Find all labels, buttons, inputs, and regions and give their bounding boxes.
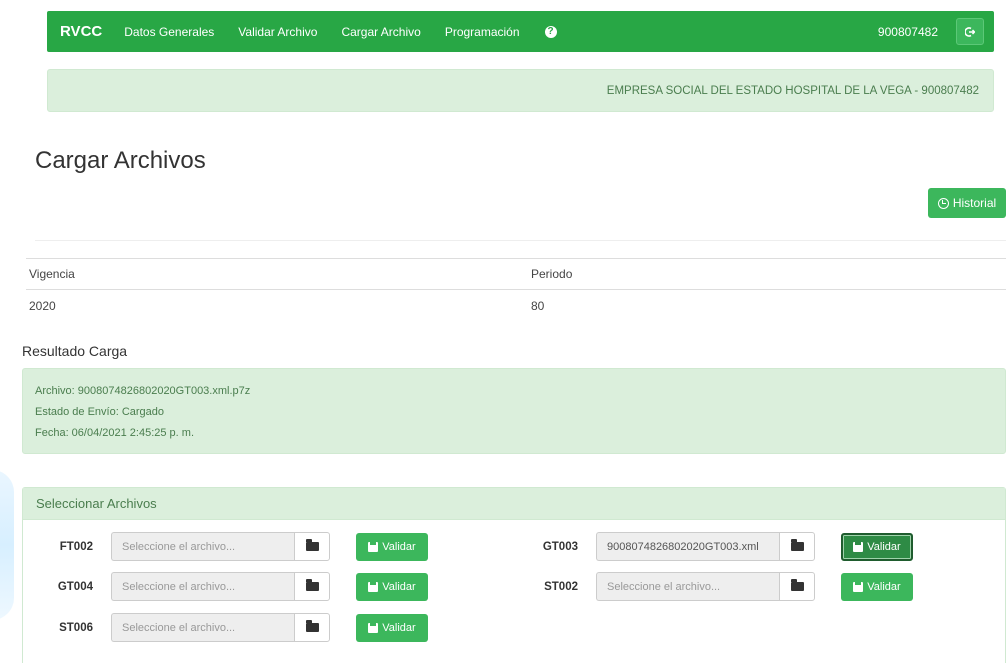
file-code: GT003 bbox=[542, 540, 578, 553]
file-code: ST006 bbox=[59, 621, 93, 634]
browse-button[interactable] bbox=[779, 532, 815, 561]
header-periodo: Periodo bbox=[531, 267, 573, 281]
save-icon bbox=[368, 622, 379, 633]
table-header-row: Vigencia Periodo bbox=[26, 259, 1006, 290]
file-row-st002: ST002 Seleccione el archivo... Validar bbox=[508, 572, 913, 601]
browse-button[interactable] bbox=[294, 532, 330, 561]
value-vigencia: 2020 bbox=[29, 298, 56, 313]
file-placeholder: Seleccione el archivo... bbox=[122, 580, 236, 593]
file-input-st002[interactable]: Seleccione el archivo... bbox=[596, 572, 779, 601]
file-input-st006[interactable]: Seleccione el archivo... bbox=[111, 613, 294, 642]
nav-right: 900807482 bbox=[878, 18, 994, 45]
validar-label: Validar bbox=[867, 540, 901, 553]
file-row-gt003: GT003 9008074826802020GT003.xml Validar bbox=[508, 532, 913, 561]
browse-button[interactable] bbox=[779, 572, 815, 601]
validar-label: Validar bbox=[867, 580, 901, 593]
file-placeholder: Seleccione el archivo... bbox=[122, 621, 236, 634]
logout-button[interactable] bbox=[956, 18, 984, 45]
save-icon bbox=[368, 581, 379, 592]
validar-button-gt003[interactable]: Validar bbox=[841, 532, 913, 561]
historial-label: Historial bbox=[952, 196, 997, 210]
nav-datos-generales[interactable]: Datos Generales bbox=[124, 25, 214, 39]
validar-button-ft002[interactable]: Validar bbox=[356, 532, 428, 561]
folder-open-icon bbox=[305, 579, 319, 591]
clock-icon bbox=[937, 197, 949, 209]
validar-button-st006[interactable]: Validar bbox=[356, 613, 428, 642]
validar-label: Validar bbox=[382, 580, 416, 593]
save-icon bbox=[853, 541, 864, 552]
nav-cargar-archivo[interactable]: Cargar Archivo bbox=[341, 25, 420, 39]
result-archivo: Archivo: 9008074826802020GT003.xml.p7z bbox=[35, 385, 251, 397]
file-placeholder: Seleccione el archivo... bbox=[607, 580, 721, 593]
validar-button-st002[interactable]: Validar bbox=[841, 572, 913, 601]
file-input-gt004[interactable]: Seleccione el archivo... bbox=[111, 572, 294, 601]
header-vigencia: Vigencia bbox=[29, 267, 75, 281]
user-id: 900807482 bbox=[877, 24, 938, 39]
value-periodo: 80 bbox=[531, 298, 545, 313]
browse-button[interactable] bbox=[294, 613, 330, 642]
file-select-panel: Seleccionar Archivos FT002 Seleccione el… bbox=[22, 487, 1006, 663]
info-table: Vigencia Periodo 2020 80 bbox=[26, 258, 1006, 321]
divider bbox=[35, 240, 1006, 241]
file-code: GT004 bbox=[57, 580, 93, 593]
file-code: FT002 bbox=[59, 540, 93, 553]
folder-open-icon bbox=[790, 579, 804, 591]
entity-banner: EMPRESA SOCIAL DEL ESTADO HOSPITAL DE LA… bbox=[47, 69, 994, 112]
panel-title: Seleccionar Archivos bbox=[36, 496, 157, 511]
historial-button[interactable]: Historial bbox=[928, 188, 1006, 218]
top-navbar: RVCC Datos Generales Validar Archivo Car… bbox=[47, 11, 994, 52]
page-title: Cargar Archivos bbox=[35, 147, 206, 174]
result-estado: Estado de Envío: Cargado bbox=[35, 406, 165, 418]
save-icon bbox=[368, 541, 379, 552]
validar-label: Validar bbox=[382, 621, 416, 634]
table-row: 2020 80 bbox=[26, 290, 1006, 321]
left-decoration bbox=[0, 470, 14, 620]
file-placeholder: Seleccione el archivo... bbox=[122, 540, 236, 553]
validar-button-gt004[interactable]: Validar bbox=[356, 572, 428, 601]
panel-heading: Seleccionar Archivos bbox=[23, 488, 1005, 520]
file-input-gt003[interactable]: 9008074826802020GT003.xml bbox=[596, 532, 779, 561]
file-row-ft002: FT002 Seleccione el archivo... Validar bbox=[23, 532, 428, 561]
validar-label: Validar bbox=[382, 540, 416, 553]
brand-logo[interactable]: RVCC bbox=[60, 23, 102, 40]
folder-open-icon bbox=[305, 620, 319, 632]
result-fecha: Fecha: 06/04/2021 2:45:25 p. m. bbox=[35, 427, 195, 439]
file-row-gt004: GT004 Seleccione el archivo... Validar bbox=[23, 572, 428, 601]
folder-open-icon bbox=[790, 539, 804, 551]
file-row-st006: ST006 Seleccione el archivo... Validar bbox=[23, 613, 428, 642]
folder-open-icon bbox=[305, 539, 319, 551]
sign-out-icon bbox=[965, 26, 975, 37]
nav-programacion[interactable]: Programación bbox=[445, 25, 520, 39]
save-icon bbox=[853, 581, 864, 592]
browse-button[interactable] bbox=[294, 572, 330, 601]
file-input-ft002[interactable]: Seleccione el archivo... bbox=[111, 532, 294, 561]
nav-validar-archivo[interactable]: Validar Archivo bbox=[238, 25, 317, 39]
resultado-title: Resultado Carga bbox=[22, 343, 128, 359]
file-value: 9008074826802020GT003.xml bbox=[607, 540, 759, 553]
question-circle-icon[interactable]: ? bbox=[544, 25, 557, 38]
file-code: ST002 bbox=[544, 580, 578, 593]
entity-banner-text: EMPRESA SOCIAL DEL ESTADO HOSPITAL DE LA… bbox=[606, 84, 979, 97]
result-alert: Archivo: 9008074826802020GT003.xml.p7z E… bbox=[22, 368, 1006, 454]
